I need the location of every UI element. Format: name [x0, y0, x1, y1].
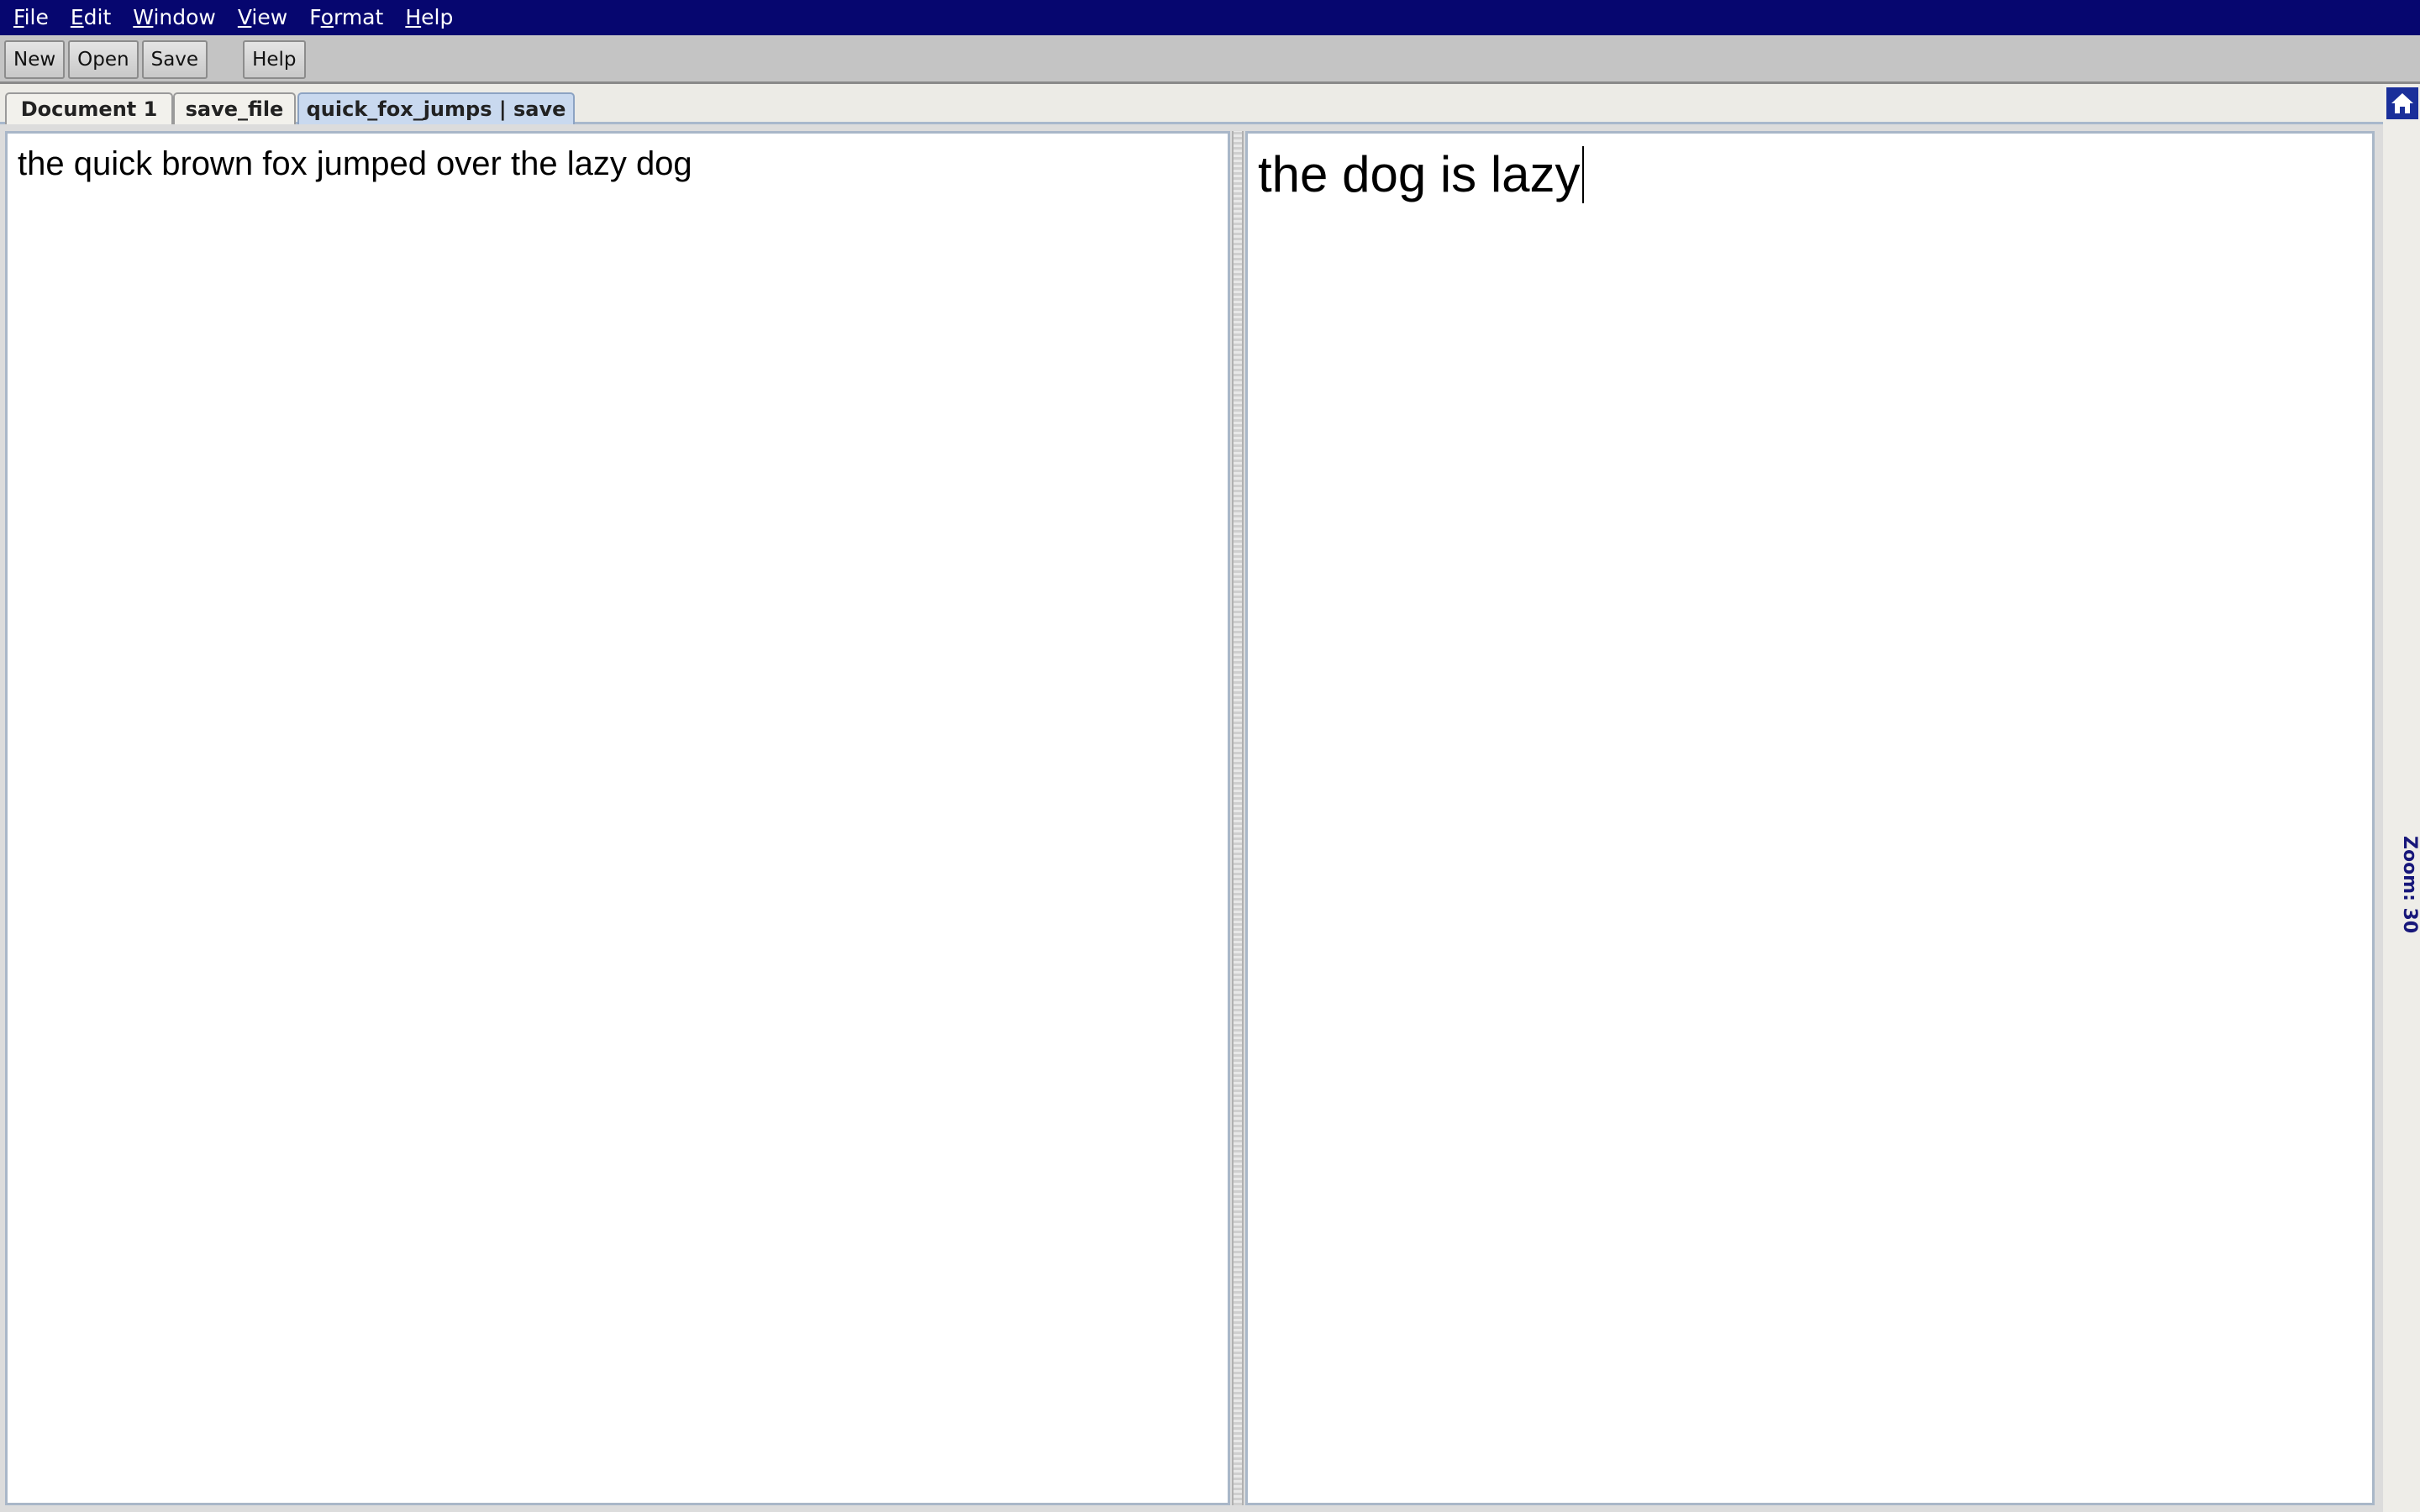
app-window: File Edit Window View Format Help New Op…	[0, 0, 2420, 1512]
menu-edit-mnemonic: E	[70, 5, 84, 29]
home-icon	[2391, 93, 2413, 113]
menu-file-mnemonic: F	[13, 5, 24, 29]
menu-format[interactable]: Format	[298, 0, 394, 36]
right-pane-text-line: the dog is lazy	[1258, 145, 1584, 203]
toolbar: New Open Save Help	[0, 37, 2420, 84]
left-editor-pane[interactable]: the quick brown fox jumped over the lazy…	[5, 131, 1230, 1505]
right-pane-text: the dog is lazy	[1258, 146, 1581, 202]
help-button[interactable]: Help	[243, 39, 306, 79]
right-side-strip: Zoom: 30	[2383, 84, 2420, 1512]
menu-format-rest: rmat	[333, 5, 384, 29]
menu-edit[interactable]: Edit	[60, 0, 122, 36]
menu-file-rest: ile	[24, 5, 49, 29]
menu-format-prefix: F	[309, 5, 321, 29]
editor-area: the quick brown fox jumped over the lazy…	[0, 124, 2383, 1512]
split-pane-divider[interactable]	[1232, 131, 1244, 1505]
zoom-level-label: Zoom: 30	[2399, 836, 2420, 934]
menu-view-rest: iew	[251, 5, 288, 29]
menu-view-mnemonic: V	[237, 5, 252, 29]
left-pane-text: the quick brown fox jumped over the lazy…	[18, 145, 692, 182]
save-button[interactable]: Save	[141, 39, 208, 79]
menu-window-mnemonic: W	[133, 5, 154, 29]
open-button[interactable]: Open	[68, 39, 139, 79]
tab-document-1[interactable]: Document 1	[5, 92, 173, 124]
menu-format-mnemonic: o	[320, 5, 334, 29]
menu-window[interactable]: Window	[122, 0, 227, 36]
tab-quick-fox-jumps-save[interactable]: quick_fox_jumps | save	[297, 92, 575, 124]
menu-window-rest: indow	[153, 5, 216, 29]
tab-save-file[interactable]: save_file	[173, 92, 296, 124]
right-editor-pane[interactable]: the dog is lazy	[1245, 131, 2375, 1505]
menu-help[interactable]: Help	[394, 0, 464, 36]
menu-bar: File Edit Window View Format Help	[0, 0, 2420, 37]
document-tab-strip: Document 1 save_file quick_fox_jumps | s…	[0, 84, 2383, 124]
text-caret	[1581, 145, 1584, 203]
menu-help-rest: elp	[421, 5, 454, 29]
menu-edit-rest: dit	[83, 5, 112, 29]
home-button[interactable]	[2386, 87, 2418, 119]
menu-help-mnemonic: H	[405, 5, 422, 29]
menu-view[interactable]: View	[227, 0, 298, 36]
new-button[interactable]: New	[4, 39, 66, 79]
menu-file[interactable]: File	[0, 0, 60, 36]
